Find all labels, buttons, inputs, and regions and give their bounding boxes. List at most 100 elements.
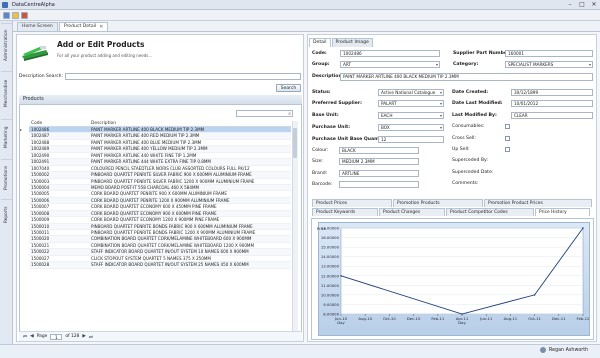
cell-description: CORK BOARD QUARTET ECONOMY 600 X 450MM P… xyxy=(91,204,217,210)
description-field[interactable]: PAINT MARKER ARTLINE 400 BLACK MEDIUM TI… xyxy=(340,73,593,81)
tab-product-detail[interactable]: Product Detail ✕ xyxy=(58,22,109,31)
cell-code: 1500022 xyxy=(31,249,50,255)
description-search-input[interactable] xyxy=(65,73,301,80)
purchase-unit-select[interactable]: BOX ▾ xyxy=(378,124,444,131)
first-page-icon[interactable]: ⏮ xyxy=(23,334,27,340)
nav-promotions[interactable]: Promotions xyxy=(1,159,12,195)
minimize-button[interactable]: – xyxy=(564,0,576,9)
group-select[interactable]: ART ▾ xyxy=(340,61,440,68)
tab-product-competitor-codes[interactable]: Product Competitor Codes xyxy=(446,208,534,216)
cell-code: 1002490 xyxy=(31,152,50,158)
cell-description: CLICK STOPOUT SYSTEM QUARTET 5 NAMES 375… xyxy=(91,255,211,261)
cell-description: COMBINATION BOARD QUARTET CORK/MELAMINE … xyxy=(91,242,254,248)
cell-code: 1500010 xyxy=(31,223,50,229)
cell-description: PINBOARD QUARTET PENRITE BONDS FABRIC 12… xyxy=(91,230,256,235)
y-axis-label: Price xyxy=(317,226,327,231)
category-select[interactable]: SPECIALIST MARKERS ▾ xyxy=(505,61,593,68)
prev-page-icon[interactable]: ◀ xyxy=(30,334,34,339)
nav-merchandise[interactable]: Merchandise xyxy=(1,71,12,115)
nav-reports[interactable]: Reports xyxy=(1,199,12,229)
grid-search-input[interactable]: ⌕ xyxy=(236,110,293,117)
tab-product-keywords[interactable]: Product Keywords xyxy=(312,208,378,216)
colour-field[interactable]: BLACK xyxy=(339,147,419,154)
tab-price-history[interactable]: Price History xyxy=(535,208,590,216)
status-value: Active National Catalogue xyxy=(381,90,436,95)
last-page-icon[interactable]: ⏭ xyxy=(89,334,93,340)
title-bar: DataCentreAlpha – □ ✕ xyxy=(0,0,600,10)
modified-by-label: Last Modified By: xyxy=(452,113,497,118)
page-number-input[interactable]: 1 xyxy=(50,333,63,340)
date-created-field[interactable]: 30/12/1899 xyxy=(511,89,593,96)
cell-code: 1002488 xyxy=(31,139,50,145)
date-created-label: Date Created: xyxy=(452,90,489,95)
table-row[interactable]: 1500028 STAFF INDICATOR BOARD QUARTET IN/… xyxy=(29,262,291,269)
status-select[interactable]: Active National Catalogue ▾ xyxy=(378,89,444,96)
cell-description: STAFF INDICATOR BOARD QUARTET IN/OUT SYS… xyxy=(91,262,249,268)
save-icon[interactable] xyxy=(3,11,10,19)
new-icon[interactable] xyxy=(12,11,19,19)
tab-product-changes[interactable]: Product Changes xyxy=(379,208,445,216)
supplier-part-number-label: Supplier Part Number: xyxy=(453,51,512,56)
brand-field[interactable]: ARTLINE xyxy=(339,170,419,177)
tab-label: Product Detail xyxy=(63,24,97,29)
cell-code: 1500021 xyxy=(31,242,50,248)
modified-by-field[interactable]: CLEAR xyxy=(511,112,593,119)
preferred-supplier-select[interactable]: PALART ▾ xyxy=(378,100,444,107)
cell-description: CORK BOARD QUARTET ECONOMY 900 X 600MM P… xyxy=(91,210,217,216)
tab-promotion-product-prices[interactable]: Promotion Product Prices xyxy=(484,199,592,207)
size-field[interactable]: MEDIUM 2.3MM xyxy=(339,158,419,165)
nav-administration[interactable]: Administration xyxy=(1,23,12,67)
y-tick-label: 11.00000 xyxy=(321,283,340,288)
base-unit-value: EACH xyxy=(381,113,393,118)
toolbar xyxy=(0,10,600,21)
cross-sell-checkbox[interactable] xyxy=(505,136,510,141)
date-modified-label: Date Last Modified: xyxy=(452,101,503,106)
maximize-button[interactable]: □ xyxy=(576,0,588,9)
code-field[interactable]: 1002486 xyxy=(340,50,440,57)
plot-area xyxy=(340,227,584,315)
refresh-icon[interactable] xyxy=(21,11,28,19)
brand-label: Brand: xyxy=(312,171,328,176)
tab-home-screen[interactable]: Home Screen xyxy=(17,22,58,31)
supplier-part-number-field[interactable]: 160001 xyxy=(505,50,593,57)
purchase-qty-label: Purchase Unit Base Quantity: xyxy=(312,137,389,142)
category-label: Category: xyxy=(453,62,479,67)
close-icon[interactable]: ✕ xyxy=(99,23,103,31)
purchase-qty-field[interactable]: 12 xyxy=(378,136,444,143)
close-window-button[interactable]: ✕ xyxy=(588,0,600,9)
user-name: Regan Ashworth xyxy=(549,347,589,353)
tab-promotion-products[interactable]: Promotion Products xyxy=(393,199,483,207)
tab-detail[interactable]: Detail xyxy=(309,38,331,47)
cell-code: 1002491 xyxy=(31,159,50,165)
x-tick-label: Feb-12 xyxy=(577,316,591,321)
page-subtitle: For all your product adding and editing … xyxy=(57,53,153,58)
document-tabs: Home Screen Product Detail ✕ xyxy=(13,21,600,32)
x-tick-label: Feb-11 xyxy=(431,316,445,321)
category-value: SPECIALIST MARKERS xyxy=(508,62,554,67)
column-description[interactable]: Description xyxy=(91,121,116,126)
up-sell-checkbox[interactable] xyxy=(505,147,510,152)
y-tick-label: 14.00000 xyxy=(321,254,340,259)
next-page-icon[interactable]: ▶ xyxy=(82,334,86,339)
tab-product-image[interactable]: Product Image xyxy=(331,38,373,47)
base-unit-select[interactable]: EACH ▾ xyxy=(378,112,444,119)
tab-product-prices[interactable]: Product Prices xyxy=(312,199,392,207)
column-code[interactable]: Code xyxy=(29,121,91,126)
nav-marketing[interactable]: Marketing xyxy=(1,119,12,155)
consumables-checkbox[interactable] xyxy=(505,124,510,129)
superceded-by-label: Superceded By: xyxy=(452,158,488,163)
purchase-unit-value: BOX xyxy=(381,125,390,130)
scrollbar-thumb[interactable] xyxy=(293,128,297,158)
price-point xyxy=(340,274,342,277)
x-tick-label: Aug-11 xyxy=(504,316,518,321)
cell-description: PAINT MARKER ARTLINE 400 BLUE MEDIUM TIP… xyxy=(91,139,202,145)
y-tick-label: 9.00000 xyxy=(323,302,339,307)
product-grid: 1002486 PAINT MARKER ARTLINE 400 BLACK ME… xyxy=(29,127,291,269)
search-button[interactable]: Search xyxy=(276,84,301,92)
x-tick-label: Day xyxy=(337,320,345,325)
cell-code: 1500006 xyxy=(31,197,50,203)
barcode-field[interactable] xyxy=(339,181,419,188)
cell-code: 1002486 xyxy=(31,127,50,132)
date-modified-field[interactable]: 10/01/2012 xyxy=(511,100,593,107)
cell-code: 1500003 xyxy=(31,178,50,184)
